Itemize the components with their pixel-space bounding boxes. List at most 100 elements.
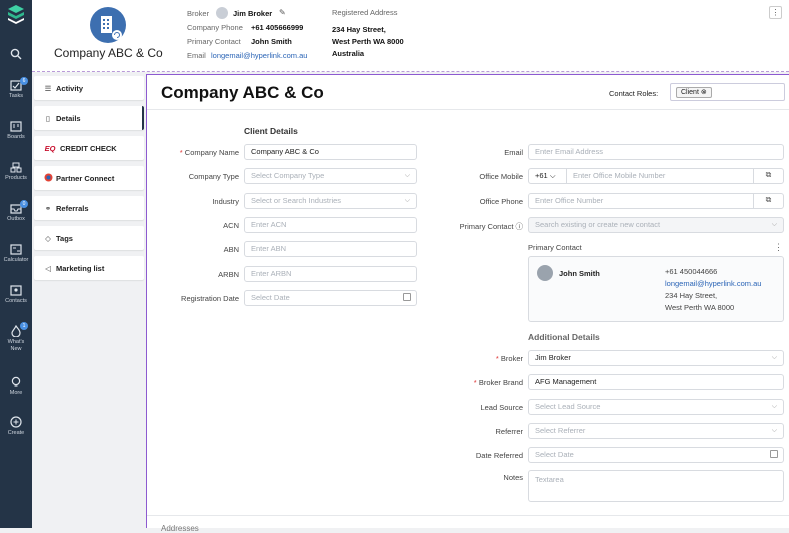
office-phone-label: Office Phone [479,197,523,206]
subnav-label: Tags [56,233,73,243]
client-header: Company ABC & Co Broker Jim Broker ✎ Com… [32,0,789,72]
industry-select[interactable]: Select or Search Industries ⌵ [244,193,417,209]
primary-contact-label: Primary Contact [187,37,241,46]
subnav-label: Referrals [56,203,89,213]
eq-logo-icon: EQ [44,143,56,153]
page-title: Company ABC & Co [161,83,324,102]
broker-brand-input[interactable]: AFG Management [528,374,784,390]
addresses-section-title[interactable]: Addresses [161,524,199,533]
primary-contact-value[interactable]: John Smith [251,37,292,46]
rail-label: Outbox [7,216,25,222]
address-line-2: West Perth WA 8000 [332,37,404,46]
subnav-referrals[interactable]: ⚭ Referrals [34,196,144,220]
info-icon: ⓘ [515,222,524,231]
products-icon [10,162,22,173]
notes-textarea[interactable]: Textarea [528,470,784,502]
broker-select[interactable]: Jim Broker ⌵ [528,350,784,366]
partner-icon [42,173,54,184]
email-field[interactable]: Enter Email Address [528,144,784,160]
country-code-select[interactable]: +61 ⌵ [529,169,567,183]
chevron-down-icon: ⌵ [771,427,777,434]
subnav-activity[interactable]: ☰ Activity [34,76,144,100]
rail-contacts[interactable]: Contacts [0,285,32,305]
notes-label: Notes [503,473,523,482]
pc-name[interactable]: John Smith [559,269,600,278]
date-referred-label: Date Referred [475,451,523,460]
subnav-label: CREDIT CHECK [60,143,117,153]
referrer-select[interactable]: Select Referrer ⌵ [528,423,784,439]
building-icon [101,16,122,40]
subnav-tags[interactable]: ◇ Tags [34,226,144,250]
header-company-name: Company ABC & Co [54,46,163,60]
referrer-label: Referrer [495,427,523,436]
chevron-down-icon: ⌵ [771,354,777,361]
subnav-partner-connect[interactable]: Partner Connect [34,166,144,190]
email-label: Email [187,51,206,60]
rail-tasks[interactable]: 6 Tasks [0,77,32,100]
pc-email[interactable]: longemail@hyperlink.com.au [665,278,761,290]
primary-contact-search[interactable]: Search existing or create new contact ⌵ [528,217,784,233]
subnav-marketing-list[interactable]: ◁ Marketing list [34,256,144,280]
abn-input[interactable]: Enter ABN [244,241,417,257]
edit-pencil-icon[interactable]: ✎ [279,8,286,17]
subnav-details[interactable]: ▯ Details [34,106,144,130]
plus-circle-icon [10,416,22,428]
app-logo-icon[interactable] [7,4,25,24]
rail-outbox[interactable]: 0 Outbox [0,200,32,223]
registered-address-label: Registered Address [332,8,398,17]
rail-label: Tasks [8,93,24,99]
megaphone-icon: ◁ [45,263,51,273]
search-icon[interactable] [0,48,32,62]
subnav-label: Details [56,113,81,123]
company-phone-value: +61 405666999 [251,23,304,32]
date-referred-input[interactable]: Select Date [528,447,784,463]
chevron-down-icon: ⌵ [404,172,410,179]
subnav-credit-check[interactable]: EQ CREDIT CHECK [34,136,144,160]
abn-label: ABN [223,245,239,254]
email-link[interactable]: longemail@hyperlink.com.au [211,51,307,60]
calendar-icon [770,450,778,458]
office-phone-input[interactable]: Enter Office Number ⧉ [528,193,784,209]
pc-details: +61 450044666 longemail@hyperlink.com.au… [665,266,761,314]
company-type-select[interactable]: Select Company Type ⌵ [244,168,417,184]
chevron-down-icon: ⌵ [771,221,777,228]
company-name-label: * Company Name [179,148,239,157]
company-name-input[interactable]: Company ABC & Co [244,144,417,160]
arbn-input[interactable]: Enter ARBN [244,266,417,282]
header-kebab-icon[interactable]: ⋮ [769,6,782,19]
rail-label: Calculator [3,257,29,263]
office-mobile-input[interactable]: +61 ⌵ Enter Office Mobile Number ⧉ [528,168,784,184]
primary-contact-card-title: Primary Contact [528,243,582,252]
rail-calculator[interactable]: Calculator [0,244,32,264]
company-avatar [90,7,126,43]
address-line-3: Australia [332,49,365,58]
lead-source-select[interactable]: Select Lead Source ⌵ [528,399,784,415]
industry-label: Industry [212,197,239,206]
registration-date-input[interactable]: Select Date [244,290,417,306]
company-type-label: Company Type [188,172,239,181]
chip-remove-icon[interactable]: ⊗ [701,89,707,96]
rail-create[interactable]: Create [0,416,32,437]
rail-whats-new[interactable]: 1 What's New [0,322,32,352]
list-icon: ☰ [44,83,52,93]
copy-icon[interactable]: ⧉ [753,169,783,183]
rail-label: Boards [7,134,25,140]
rail-products[interactable]: Products [0,162,32,182]
broker-value[interactable]: Jim Broker [233,9,272,18]
role-chip-label: Client [681,89,699,96]
rail-boards[interactable]: Boards [0,121,32,141]
company-phone-label: Company Phone [187,23,243,32]
office-mobile-label: Office Mobile [479,172,523,181]
card-kebab-icon[interactable]: ⋮ [774,242,783,253]
subnav-label: Marketing list [56,263,105,273]
rail-more[interactable]: More [0,376,32,397]
lead-source-label: Lead Source [480,403,523,412]
contact-roles-select[interactable]: Client ⊗ [670,83,785,101]
copy-icon[interactable]: ⧉ [753,194,783,208]
tasks-badge: 6 [20,77,28,85]
tag-icon: ◇ [45,233,51,243]
acn-input[interactable]: Enter ACN [244,217,417,233]
address-line-1: 234 Hay Street, [332,25,386,34]
document-icon: ▯ [45,113,51,123]
broker-field-label: * Broker [495,354,523,363]
